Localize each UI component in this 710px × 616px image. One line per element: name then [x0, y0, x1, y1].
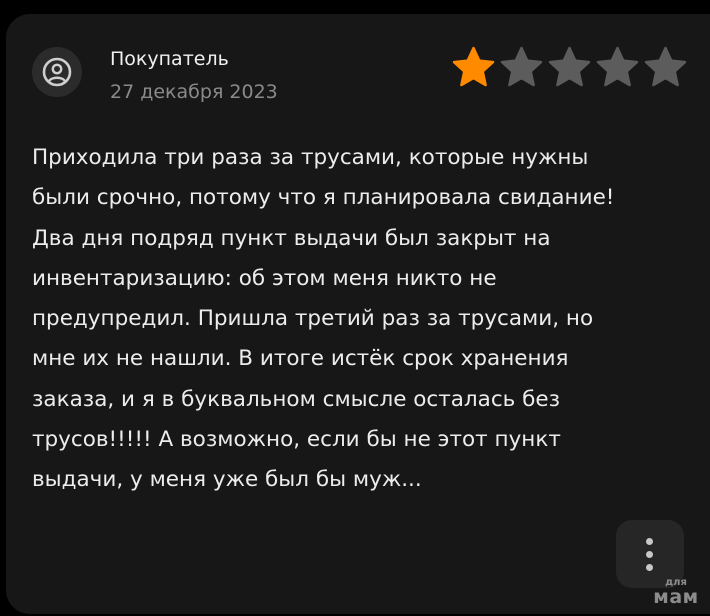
star-empty-icon	[500, 46, 543, 87]
star-rating	[450, 44, 690, 88]
watermark-big-text: мам	[653, 586, 699, 608]
review-text-line: инвентаризацию: об этом меня никто не	[32, 265, 497, 291]
star-empty-icon	[548, 46, 591, 87]
star-empty-icon	[596, 46, 639, 87]
user-avatar-icon	[32, 47, 82, 97]
more-vertical-icon-dot	[646, 564, 653, 571]
review-text-line: мне их не нашли. В итоге истёк срок хран…	[32, 346, 569, 372]
watermark-logo: для мам	[646, 578, 706, 614]
review-text-line: были срочно, потому что я планировала св…	[32, 185, 615, 211]
star-filled-icon	[452, 46, 495, 87]
more-vertical-icon	[646, 538, 653, 545]
review-text-line: заказа, и я в буквальном смысле осталась…	[32, 386, 561, 412]
more-vertical-icon-dot	[646, 551, 653, 558]
review-text-line: Два дня подряд пункт выдачи был закрыт н…	[32, 225, 551, 251]
review-card: Покупатель 27 декабря 2023 Приходила три…	[6, 14, 710, 614]
review-text-line: предупредил. Пришла третий раз за трусам…	[32, 306, 594, 332]
review-text-line: Приходила три раза за трусами, которые н…	[32, 145, 589, 170]
review-date: 27 декабря 2023	[110, 81, 278, 103]
star-empty-icon	[644, 46, 687, 87]
review-text-line: выдачи, у меня уже был бы муж...	[32, 467, 422, 493]
review-text: Приходила три раза за трусами, которые н…	[32, 138, 696, 501]
review-text-line: трусов!!!!! А возможно, если бы не этот …	[32, 427, 561, 453]
reviewer-name: Покупатель	[110, 48, 229, 70]
